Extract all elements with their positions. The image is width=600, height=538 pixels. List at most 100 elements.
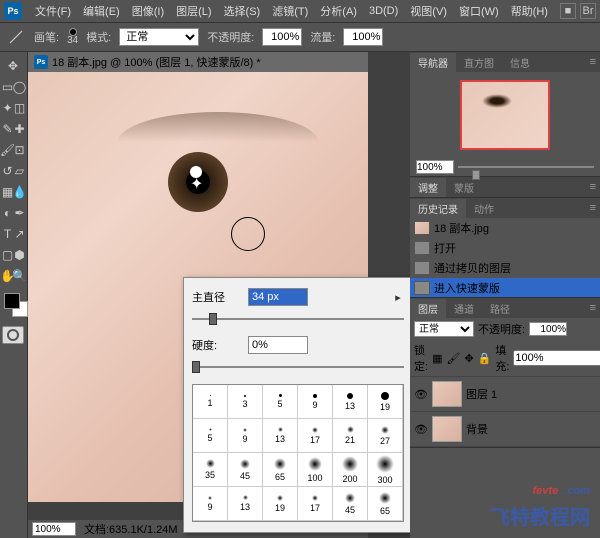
3d-tool[interactable]: ⬢ [14,245,25,265]
brush-preset[interactable]: 9 [228,419,263,453]
brush-preset[interactable]: 13 [228,487,263,521]
brush-preset[interactable]: 19 [368,385,403,419]
stamp-tool[interactable]: ⊡ [14,140,25,160]
brush-preset[interactable]: 17 [298,419,333,453]
wand-tool[interactable]: ✦ [2,98,13,118]
tab-paths[interactable]: 路径 [482,299,518,318]
flow-input[interactable] [343,28,383,46]
tab-info[interactable]: 信息 [502,53,538,72]
move-tool[interactable]: ✥ [2,56,24,76]
tab-channels[interactable]: 通道 [446,299,482,318]
brush-preset[interactable]: 17 [298,487,333,521]
brush-preset[interactable]: 45 [228,453,263,487]
brush-preset[interactable]: 13 [333,385,368,419]
layer-row[interactable]: 👁背景 [410,412,600,447]
menu-edit[interactable]: 编辑(E) [78,1,125,21]
brush-preset[interactable]: 21 [333,419,368,453]
layer-visibility-icon[interactable]: 👁 [414,422,428,436]
layer-thumbnail[interactable] [432,381,462,407]
brush-preset[interactable]: 1 [193,385,228,419]
menu-window[interactable]: 窗口(W) [454,1,504,21]
menu-select[interactable]: 选择(S) [219,1,266,21]
brush-preset[interactable]: 3 [228,385,263,419]
brush-preset[interactable]: 27 [368,419,403,453]
layer-row[interactable]: 👁图层 1 [410,377,600,412]
type-tool[interactable]: T [2,224,13,244]
brush-preset[interactable]: 45 [333,487,368,521]
heal-tool[interactable]: ✚ [14,119,25,139]
menu-analysis[interactable]: 分析(A) [315,1,362,21]
menu-view[interactable]: 视图(V) [405,1,452,21]
tab-layers[interactable]: 图层 [410,299,446,318]
panel-menu-icon[interactable]: ≡ [586,181,600,193]
history-brush-tool[interactable]: ↺ [2,161,13,181]
diameter-input[interactable] [248,288,308,306]
brush-preset[interactable]: 13 [263,419,298,453]
brush-preset[interactable]: 5 [263,385,298,419]
document-tab[interactable]: Ps 18 副本.jpg @ 100% (图层 1, 快速蒙版/8) * [28,52,368,72]
brush-preset-picker[interactable]: 34 [67,28,78,46]
hardness-slider[interactable] [192,360,404,374]
nav-zoom-slider[interactable] [458,166,594,168]
lock-position-icon[interactable]: ✥ [464,352,473,365]
tab-navigator[interactable]: 导航器 [410,53,456,72]
lock-pixels-icon[interactable]: 🖌 [446,352,460,365]
panel-menu-icon[interactable]: ≡ [586,302,600,314]
screen-mode-button[interactable]: ■ [560,3,576,19]
layer-opacity-input[interactable] [529,322,567,336]
brush-preset[interactable]: 65 [368,487,403,521]
marquee-tool[interactable]: ▭ [2,77,13,97]
menu-file[interactable]: 文件(F) [30,1,76,21]
tab-actions[interactable]: 动作 [466,199,502,218]
quickmask-button[interactable] [2,326,24,344]
pen-tool[interactable]: ✒ [14,203,25,223]
tab-histogram[interactable]: 直方图 [456,53,502,72]
menu-filter[interactable]: 滤镜(T) [267,1,313,21]
opacity-input[interactable] [262,28,302,46]
history-item[interactable]: 进入快速蒙版 [410,278,600,298]
bridge-button[interactable]: Br [580,3,596,19]
lasso-tool[interactable]: ◯ [14,77,25,97]
tab-masks[interactable]: 蒙版 [446,178,482,197]
brush-preset[interactable]: 9 [193,487,228,521]
layer-visibility-icon[interactable]: 👁 [414,387,428,401]
brush-preset[interactable]: 200 [333,453,368,487]
fg-color[interactable] [4,293,20,309]
lock-transparency-icon[interactable]: ▦ [432,352,442,365]
blend-mode-select[interactable]: 正常 [119,28,199,46]
history-item[interactable]: 打开 [410,238,600,258]
blur-tool[interactable]: 💧 [14,182,25,202]
zoom-tool[interactable]: 🔍 [14,266,25,286]
hardness-input[interactable] [248,336,308,354]
layer-thumbnail[interactable] [432,416,462,442]
brush-preset[interactable]: 300 [368,453,403,487]
brush-preset[interactable]: 35 [193,453,228,487]
shape-tool[interactable]: ▢ [2,245,13,265]
brush-preset[interactable]: 100 [298,453,333,487]
crop-tool[interactable]: ◫ [14,98,25,118]
panel-menu-icon[interactable]: ≡ [586,56,600,68]
diameter-slider[interactable] [192,312,404,326]
flyout-button[interactable]: ▸ [392,291,404,303]
menu-help[interactable]: 帮助(H) [506,1,553,21]
color-swatches[interactable] [2,291,25,319]
brush-tool[interactable]: 🖌 [2,140,13,160]
brush-preset[interactable]: 9 [298,385,333,419]
eyedropper-tool[interactable]: ✎ [2,119,13,139]
panel-menu-icon[interactable]: ≡ [586,202,600,214]
tab-history[interactable]: 历史记录 [410,199,466,218]
layer-blend-select[interactable]: 正常 [414,321,474,337]
history-item[interactable]: 通过拷贝的图层 [410,258,600,278]
history-item[interactable]: 18 副本.jpg [410,218,600,238]
tab-adjustments[interactable]: 调整 [410,178,446,197]
menu-image[interactable]: 图像(I) [127,1,169,21]
menu-3d[interactable]: 3D(D) [364,3,403,19]
lock-all-icon[interactable]: 🔒 [478,352,492,365]
nav-zoom-input[interactable] [416,160,454,174]
menu-layer[interactable]: 图层(L) [171,1,216,21]
dodge-tool[interactable]: ◐ [2,203,13,223]
brush-preset[interactable]: 65 [263,453,298,487]
brush-preset[interactable]: 5 [193,419,228,453]
eraser-tool[interactable]: ▱ [14,161,25,181]
fill-input[interactable] [513,350,600,366]
